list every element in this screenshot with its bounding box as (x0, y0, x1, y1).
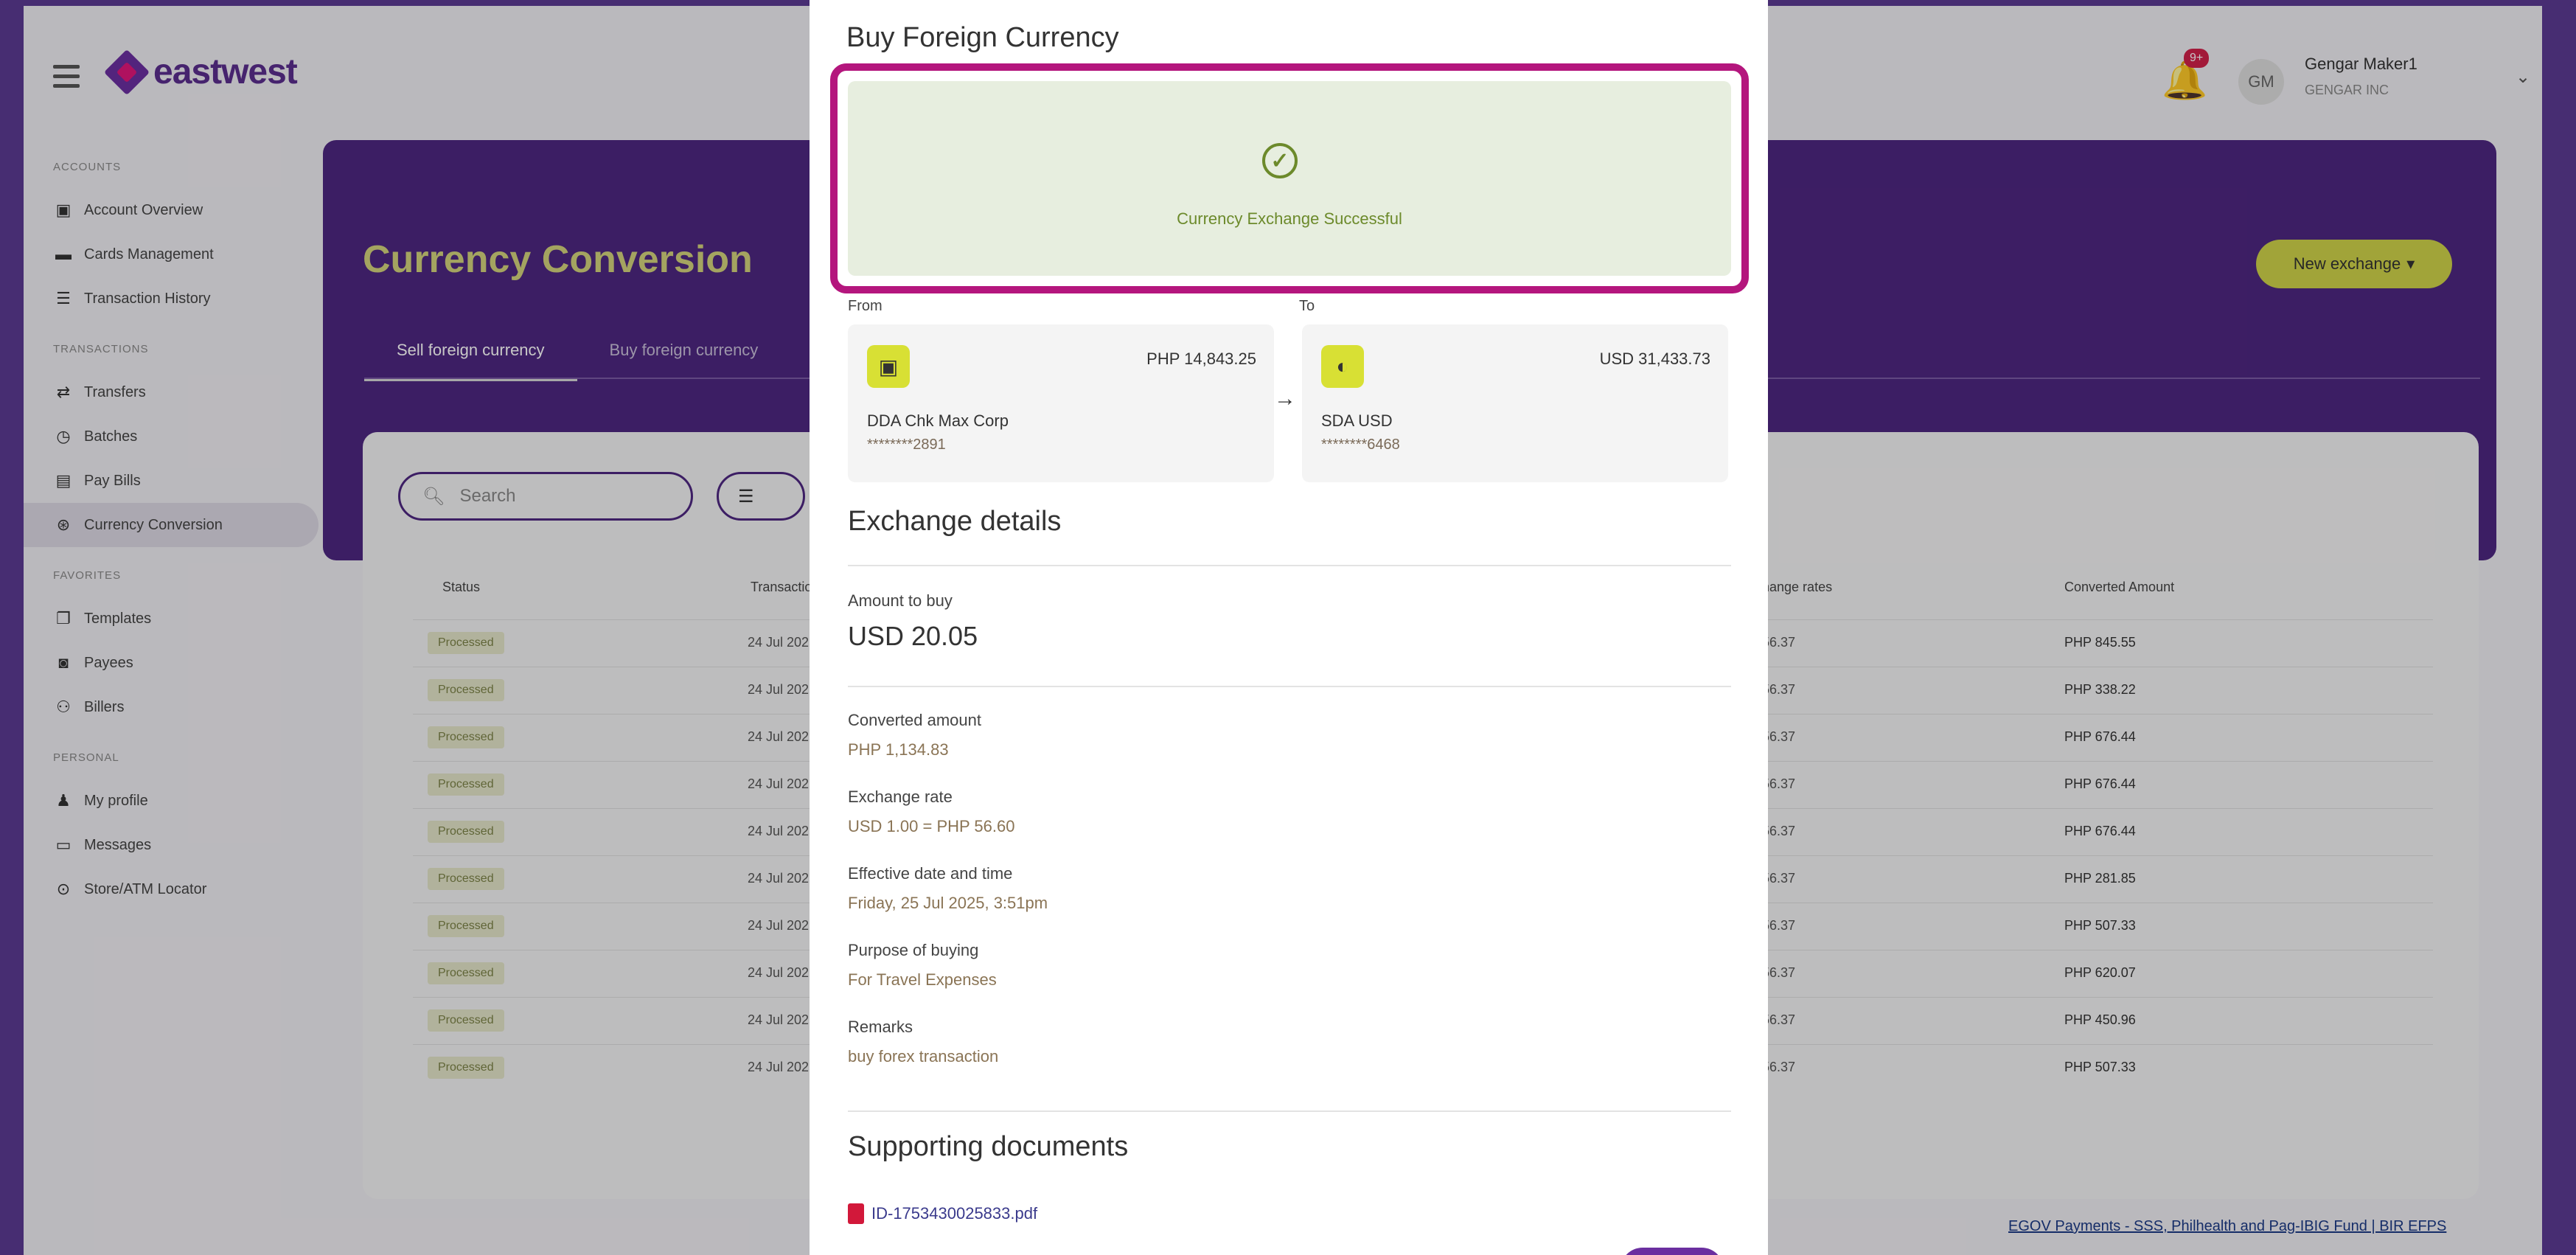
purpose-label: Purpose of buying (848, 941, 979, 959)
converted-amount-value: PHP 1,134.83 (848, 740, 949, 759)
check-circle-icon: ✓ (1262, 143, 1298, 178)
remarks-value: buy forex transaction (848, 1047, 999, 1065)
modal-primary-button[interactable] (1621, 1248, 1724, 1255)
to-account-card: ◐ USD 31,433.73 SDA USD ********6468 (1302, 324, 1728, 482)
to-label: To (1299, 298, 1315, 314)
document-link[interactable]: ID-1753430025833.pdf (848, 1203, 1037, 1224)
success-message: Currency Exchange Successful (1177, 209, 1402, 228)
pdf-icon (848, 1203, 864, 1224)
to-account-number: ********6468 (1321, 437, 1400, 453)
supporting-documents-title: Supporting documents (848, 1131, 1129, 1162)
divider (848, 1110, 1731, 1112)
to-balance: USD 31,433.73 (1599, 350, 1710, 368)
modal-title: Buy Foreign Currency (846, 22, 1119, 53)
wallet-icon: ▣ (867, 345, 910, 388)
from-account-name: DDA Chk Max Corp (867, 411, 1009, 430)
amount-to-buy-value: USD 20.05 (848, 621, 978, 651)
buy-foreign-currency-modal: Buy Foreign Currency ✓ Currency Exchange… (810, 0, 1768, 1255)
effective-date-value: Friday, 25 Jul 2025, 3:51pm (848, 894, 1048, 912)
from-account-card: ▣ PHP 14,843.25 DDA Chk Max Corp *******… (848, 324, 1274, 482)
exchange-rate-label: Exchange rate (848, 788, 953, 806)
from-account-number: ********2891 (867, 437, 946, 453)
remarks-label: Remarks (848, 1018, 913, 1036)
purpose-value: For Travel Expenses (848, 970, 997, 989)
to-account-name: SDA USD (1321, 411, 1393, 430)
effective-date-label: Effective date and time (848, 864, 1013, 883)
exchange-rate-value: USD 1.00 = PHP 56.60 (848, 817, 1015, 835)
exchange-details-title: Exchange details (848, 506, 1062, 537)
amount-to-buy-label: Amount to buy (848, 591, 953, 610)
from-balance: PHP 14,843.25 (1146, 350, 1256, 368)
divider (848, 565, 1731, 566)
success-highlight-outline (830, 63, 1749, 293)
converted-amount-label: Converted amount (848, 711, 981, 729)
from-label: From (848, 298, 883, 314)
arrow-right-icon: → (1274, 386, 1296, 411)
piggy-bank-icon: ◐ (1321, 345, 1364, 388)
divider (848, 686, 1731, 687)
document-name: ID-1753430025833.pdf (871, 1204, 1038, 1223)
